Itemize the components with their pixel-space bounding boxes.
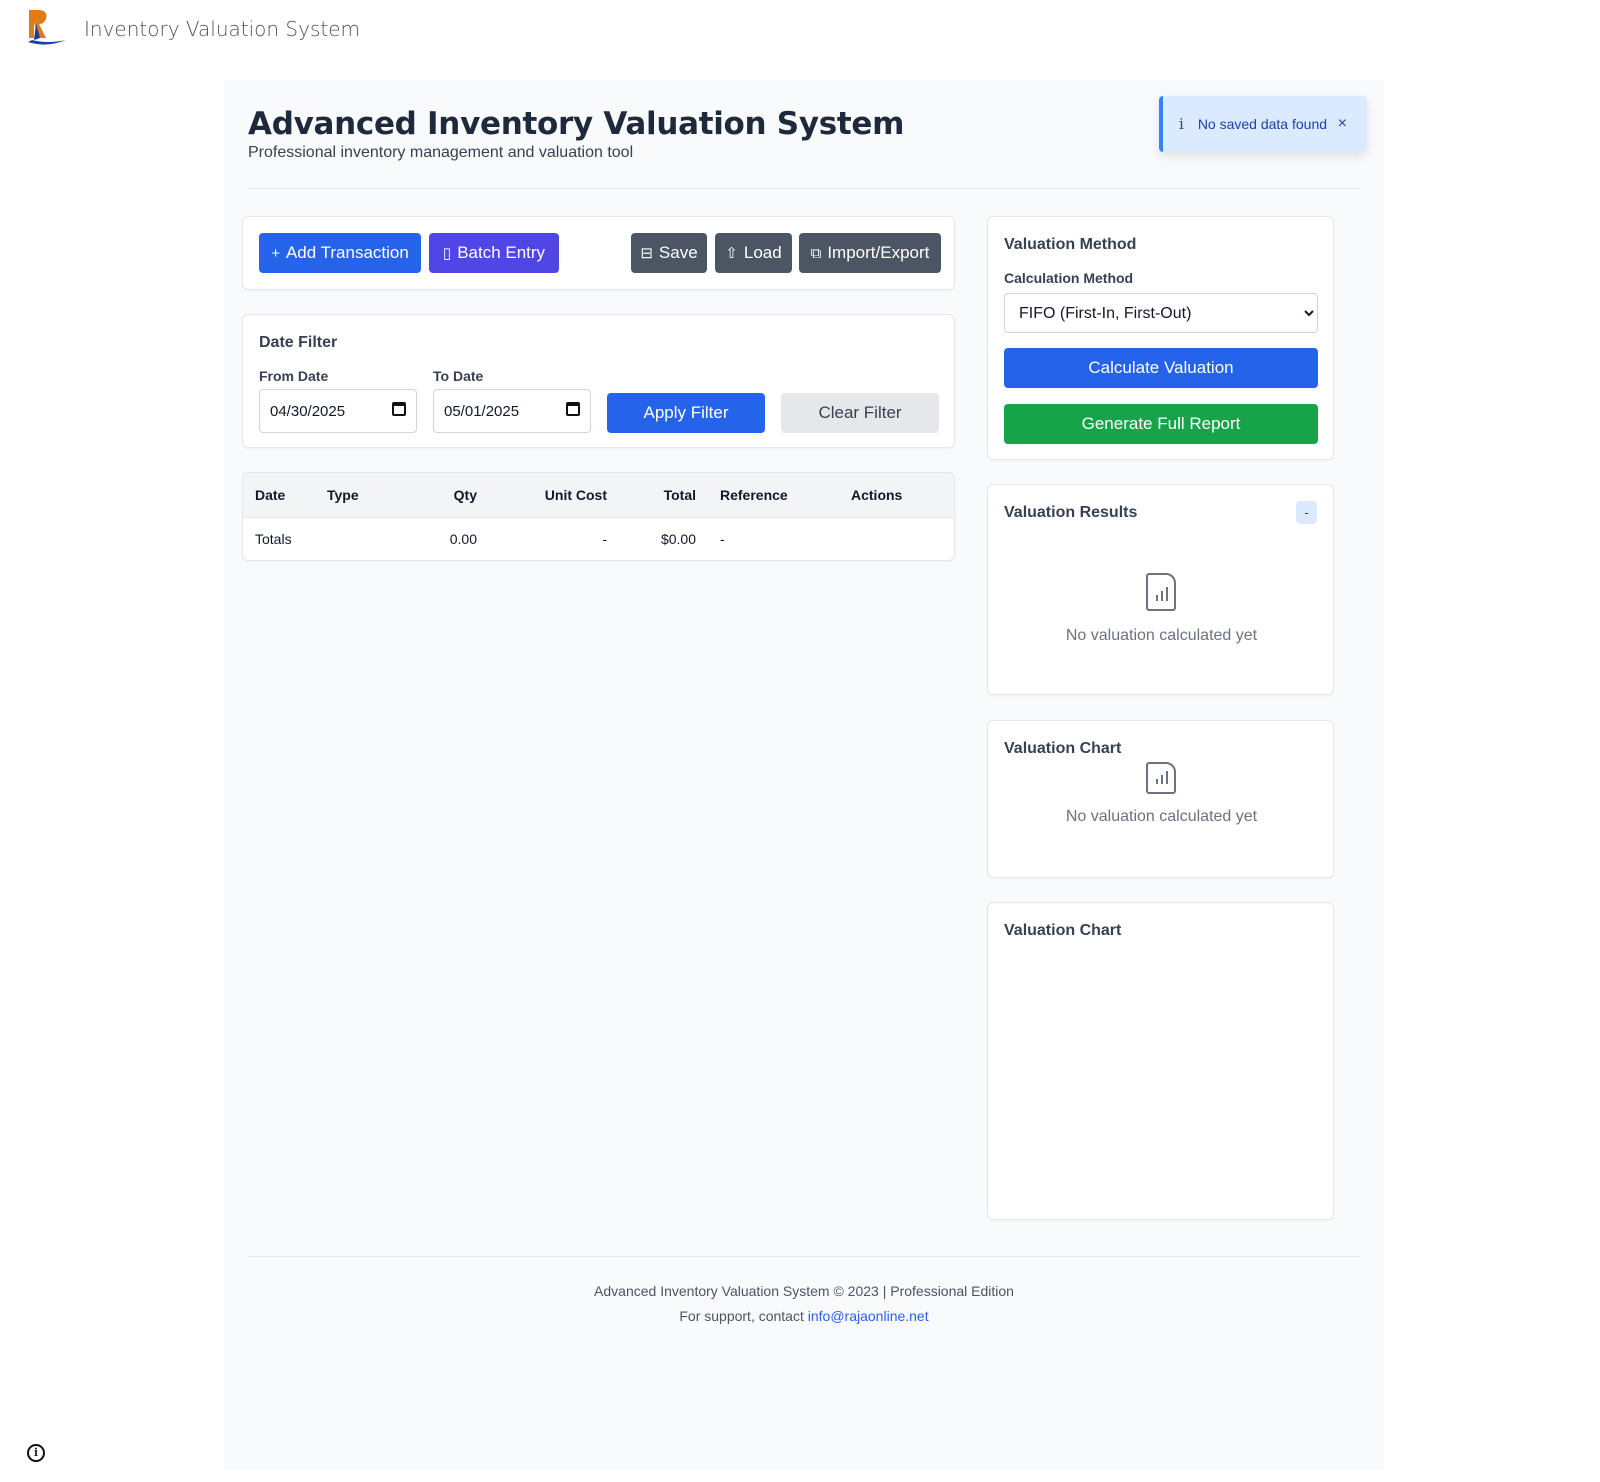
- to-date-input[interactable]: 05/01/2025: [433, 389, 591, 433]
- chart-document-icon: [1146, 573, 1176, 611]
- totals-total: $0.00: [660, 531, 696, 548]
- valuation-method-card: Valuation Method Calculation Method FIFO…: [987, 216, 1334, 460]
- import-export-button[interactable]: ⧉ Import/Export: [799, 233, 941, 273]
- valuation-chart-title: Valuation Chart: [1004, 740, 1122, 757]
- calculation-method-select[interactable]: FIFO (First-In, First-Out): [1004, 293, 1318, 333]
- from-date-input[interactable]: 04/30/2025: [259, 389, 417, 433]
- page-subtitle: Professional inventory management and va…: [248, 144, 634, 161]
- from-date-label: From Date: [259, 368, 329, 384]
- info-icon: i: [1179, 115, 1184, 133]
- app-logo-icon: [28, 10, 66, 45]
- copy-icon: ⧉: [810, 244, 822, 262]
- col-total: Total: [607, 473, 696, 518]
- date-filter-card: Date Filter From Date 04/30/2025 To Date…: [242, 314, 955, 448]
- batch-entry-button[interactable]: ▯ Batch Entry: [429, 233, 559, 273]
- chart-document-icon: [1146, 762, 1176, 794]
- close-icon[interactable]: ×: [1338, 115, 1347, 133]
- col-reference: Reference: [696, 473, 851, 518]
- calendar-icon[interactable]: [566, 402, 580, 416]
- totals-reference: -: [720, 531, 725, 548]
- header-divider: [248, 188, 1360, 189]
- valuation-chart-card: Valuation Chart No valuation calculated …: [987, 720, 1334, 878]
- toast-message: No saved data found: [1197, 116, 1328, 132]
- cloud-upload-icon: ⇧: [725, 245, 738, 262]
- save-label: Save: [658, 243, 698, 262]
- date-filter-title: Date Filter: [259, 334, 338, 351]
- totals-unit-cost: -: [602, 531, 607, 548]
- totals-actions: [851, 517, 954, 560]
- batch-entry-label: Batch Entry: [457, 243, 546, 262]
- info-icon[interactable]: i: [27, 1444, 45, 1462]
- calculate-valuation-button[interactable]: Calculate Valuation: [1004, 348, 1318, 388]
- from-date-value: 04/30/2025: [270, 402, 346, 420]
- col-unit-cost: Unit Cost: [477, 473, 607, 518]
- import-export-label: Import/Export: [827, 243, 930, 262]
- page-title: Advanced Inventory Valuation System: [248, 106, 905, 142]
- valuation-results-card: Valuation Results - No valuation calcula…: [987, 484, 1334, 695]
- totals-label: Totals: [255, 531, 292, 548]
- valuation-method-title: Valuation Method: [1004, 236, 1137, 253]
- calculation-method-label: Calculation Method: [1004, 270, 1134, 286]
- save-icon: ⊟: [640, 245, 653, 262]
- to-date-label: To Date: [433, 368, 484, 384]
- plus-icon: +: [271, 244, 280, 262]
- notification-toast: i No saved data found ×: [1159, 96, 1367, 152]
- totals-qty: 0.00: [449, 531, 477, 548]
- load-button[interactable]: ⇧ Load: [715, 233, 792, 273]
- clear-filter-button[interactable]: Clear Filter: [781, 393, 939, 433]
- app-name: Inventory Valuation System: [84, 17, 361, 41]
- table-header-row: Date Type Qty Unit Cost Total Reference …: [243, 473, 954, 518]
- chart-empty-text: No valuation calculated yet: [1065, 808, 1258, 825]
- save-button[interactable]: ⊟ Save: [631, 233, 707, 273]
- toolbar-card: + Add Transaction ▯ Batch Entry ⊟ Save ⇧…: [242, 216, 955, 290]
- calendar-icon[interactable]: [392, 402, 406, 416]
- add-transaction-button[interactable]: + Add Transaction: [259, 233, 421, 273]
- generate-report-button[interactable]: Generate Full Report: [1004, 404, 1318, 444]
- apply-filter-button[interactable]: Apply Filter: [607, 393, 765, 433]
- top-bar: Inventory Valuation System: [0, 0, 1600, 60]
- footer-copyright: Advanced Inventory Valuation System © 20…: [594, 1283, 1014, 1299]
- footer-divider: [248, 1256, 1360, 1257]
- clipboard-icon: ▯: [442, 245, 452, 262]
- totals-type: [327, 517, 417, 560]
- valuation-results-title: Valuation Results: [1004, 504, 1138, 521]
- col-actions: Actions: [851, 473, 954, 518]
- results-empty-text: No valuation calculated yet: [1065, 627, 1258, 644]
- valuation-chart-title-2: Valuation Chart: [1004, 922, 1122, 939]
- totals-row: Totals 0.00 - $0.00 -: [243, 517, 954, 560]
- transactions-table-card: Date Type Qty Unit Cost Total Reference …: [242, 472, 955, 561]
- to-date-value: 05/01/2025: [444, 402, 520, 420]
- main-page: Advanced Inventory Valuation System Prof…: [224, 80, 1384, 1470]
- col-type: Type: [327, 473, 417, 518]
- footer-support: For support, contact info@rajaonline.net: [224, 1308, 1384, 1324]
- col-qty: Qty: [417, 473, 477, 518]
- load-label: Load: [743, 243, 782, 262]
- valuation-chart-card-2: Valuation Chart: [987, 902, 1334, 1220]
- transactions-table: Date Type Qty Unit Cost Total Reference …: [243, 473, 954, 560]
- col-date: Date: [243, 473, 327, 518]
- results-badge: -: [1296, 501, 1317, 524]
- support-email-link[interactable]: info@rajaonline.net: [808, 1308, 929, 1324]
- footer-support-text: For support, contact: [679, 1308, 808, 1324]
- add-transaction-label: Add Transaction: [285, 243, 409, 262]
